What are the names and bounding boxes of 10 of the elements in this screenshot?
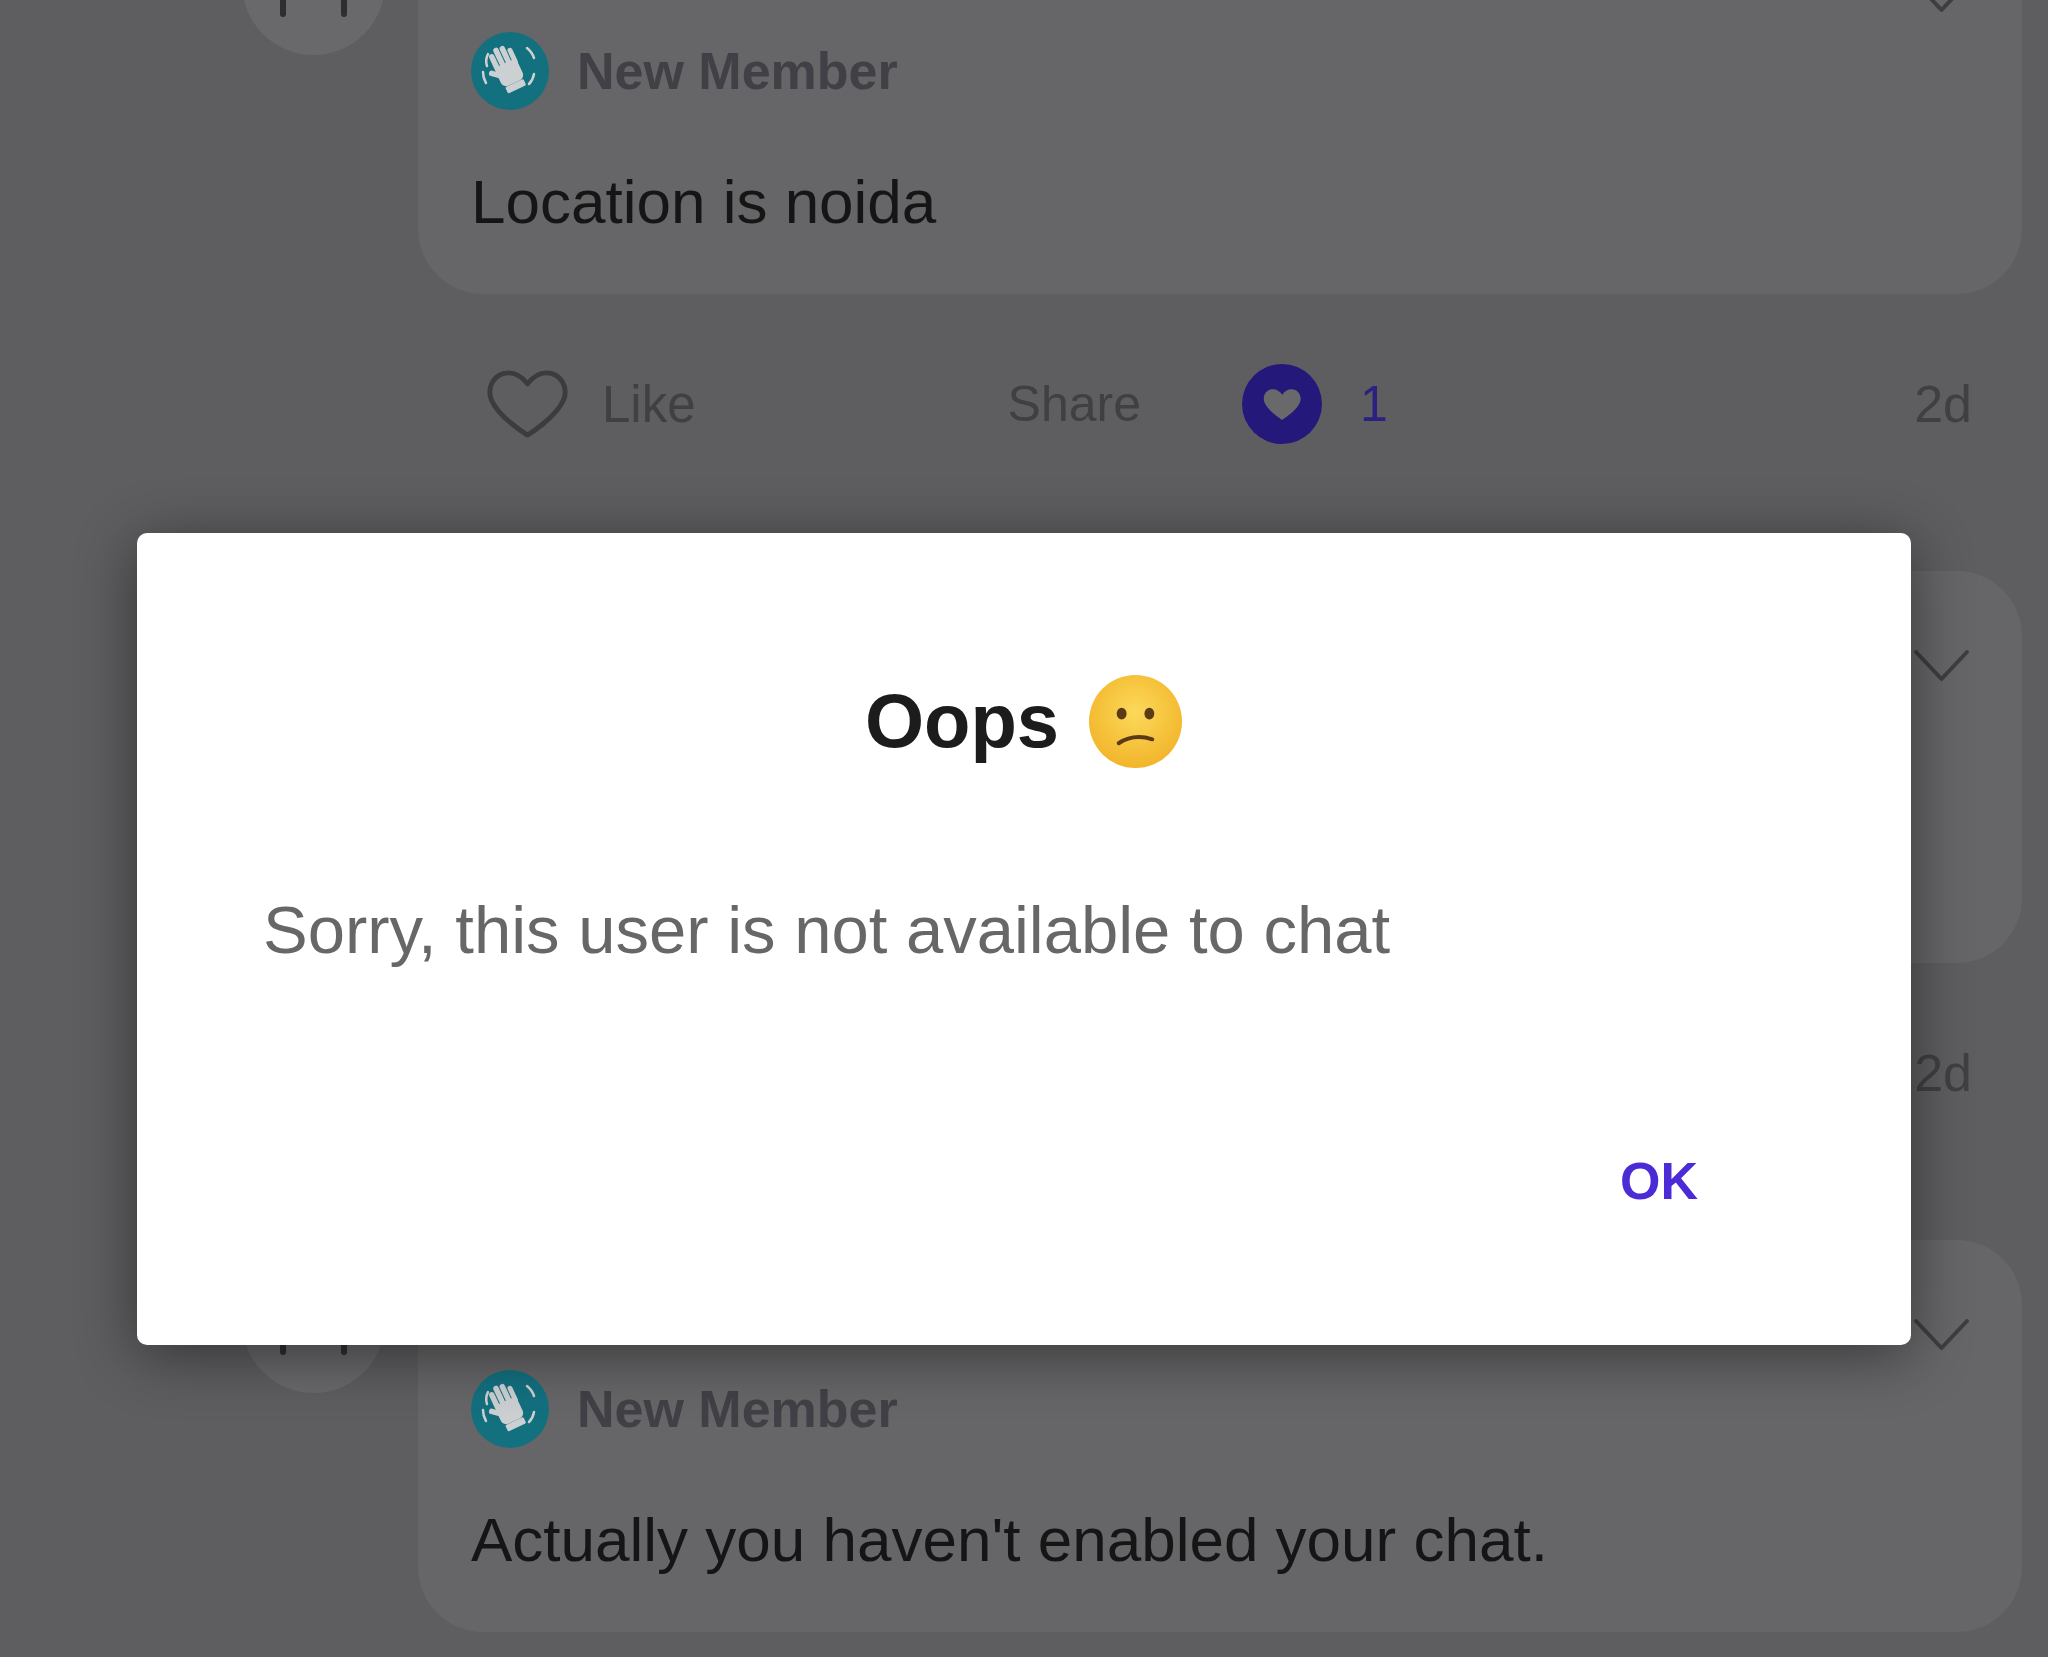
confused-face-icon xyxy=(1088,673,1184,769)
post-text: Actually you haven't enabled your chat. xyxy=(471,1504,1548,1576)
reaction-count: 1 xyxy=(1360,379,1388,429)
chevron-down-icon[interactable] xyxy=(1913,1317,1970,1353)
waving-hand-icon xyxy=(471,1370,549,1448)
waving-hand-icon xyxy=(471,32,549,110)
ok-button[interactable]: OK xyxy=(1596,1136,1722,1226)
post-text: Location is noida xyxy=(471,166,937,238)
dialog-message: Sorry, this user is not available to chat xyxy=(263,892,1391,967)
chevron-down-icon[interactable] xyxy=(1913,648,1970,684)
